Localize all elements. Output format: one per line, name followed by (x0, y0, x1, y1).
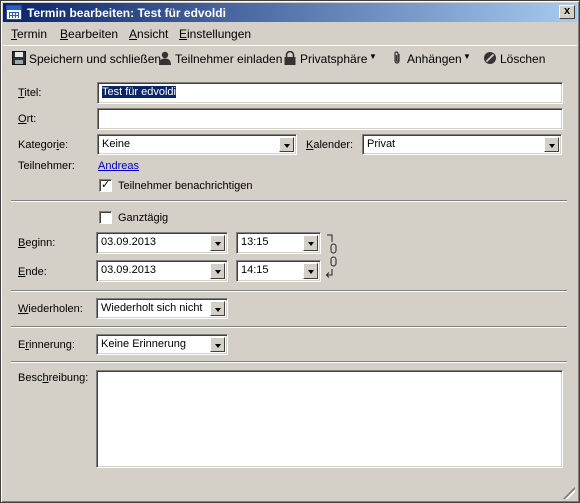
menu-bar: Termin Bearbeiten Ansicht Einstellungen (3, 24, 577, 43)
chevron-down-icon[interactable] (544, 137, 559, 152)
location-label: Ort: (18, 113, 37, 125)
chevron-down-icon[interactable] (210, 301, 225, 316)
allday-checkbox[interactable] (99, 211, 112, 224)
paperclip-icon (394, 51, 400, 64)
reminder-select[interactable]: Keine Erinnerung (96, 334, 228, 355)
title-bar[interactable]: Termin bearbeiten: Test für edvoldi x (3, 3, 577, 22)
chevron-down-icon[interactable] (303, 235, 318, 251)
calendar-icon (6, 5, 22, 20)
category-select[interactable]: Keine (97, 134, 297, 155)
delete-icon (484, 52, 496, 64)
status-bar (3, 482, 577, 501)
end-date-picker[interactable]: 03.09.2013 (96, 260, 228, 282)
menu-bearbeiten[interactable]: Bearbeiten (60, 27, 118, 41)
location-field[interactable] (97, 108, 563, 130)
attendee-link[interactable]: Andreas (98, 160, 139, 172)
reminder-label: Erinnerung: (18, 339, 75, 351)
chain-link-icon (330, 243, 337, 267)
description-field[interactable] (96, 370, 563, 468)
chevron-down-icon[interactable] (210, 263, 225, 279)
end-time-picker[interactable]: 14:15 (236, 260, 321, 282)
lock-icon (284, 51, 296, 65)
repeat-label: Wiederholen: (18, 303, 83, 315)
menu-ansicht[interactable]: Ansicht (129, 27, 168, 41)
notify-label: Teilnehmer benachrichtigen (118, 180, 253, 192)
calendar-select[interactable]: Privat (362, 134, 562, 155)
calendar-label: Kalender: (306, 139, 354, 151)
start-date-picker[interactable]: 03.09.2013 (96, 232, 228, 254)
resize-grip-icon[interactable] (563, 487, 575, 499)
attendees-label: Teilnehmer: (18, 160, 75, 172)
start-time-picker[interactable]: 13:15 (236, 232, 321, 254)
allday-label: Ganztägig (118, 212, 169, 224)
separator (11, 361, 567, 363)
link-duration-toggle[interactable] (325, 233, 341, 279)
end-label: Ende: (18, 266, 47, 278)
chevron-down-icon[interactable] (279, 137, 294, 152)
menu-einstellungen[interactable]: Einstellungen (179, 27, 251, 41)
attach-dropdown-arrow-icon[interactable]: ▼ (463, 52, 471, 61)
chevron-down-icon[interactable] (210, 337, 225, 352)
notify-checkbox[interactable]: ✓ (99, 179, 112, 192)
event-edit-window: Termin bearbeiten: Test für edvoldi x Te… (0, 0, 580, 503)
person-icon (159, 51, 171, 65)
separator (11, 326, 567, 328)
category-label: Kategorie: (18, 139, 69, 151)
close-button[interactable]: x (559, 5, 575, 19)
repeat-select[interactable]: Wiederholt sich nicht (96, 298, 228, 319)
privacy-dropdown-arrow-icon[interactable]: ▼ (369, 52, 377, 61)
window-title: Termin bearbeiten: Test für edvoldi (27, 6, 226, 20)
title-label: Titel: (18, 87, 42, 99)
start-label: Beginn: (18, 237, 56, 249)
title-field[interactable]: Test für edvoldi (97, 82, 563, 104)
description-label: Beschreibung: (18, 372, 89, 384)
menu-termin[interactable]: Termin (11, 27, 47, 41)
separator (11, 200, 567, 202)
floppy-disk-icon (12, 51, 26, 65)
checkmark-icon: ✓ (101, 179, 111, 191)
chevron-down-icon[interactable] (210, 235, 225, 251)
toolbar: Speichern und schließen Teilnehmer einla… (3, 45, 577, 71)
chevron-down-icon[interactable] (303, 263, 318, 279)
separator (11, 290, 567, 292)
